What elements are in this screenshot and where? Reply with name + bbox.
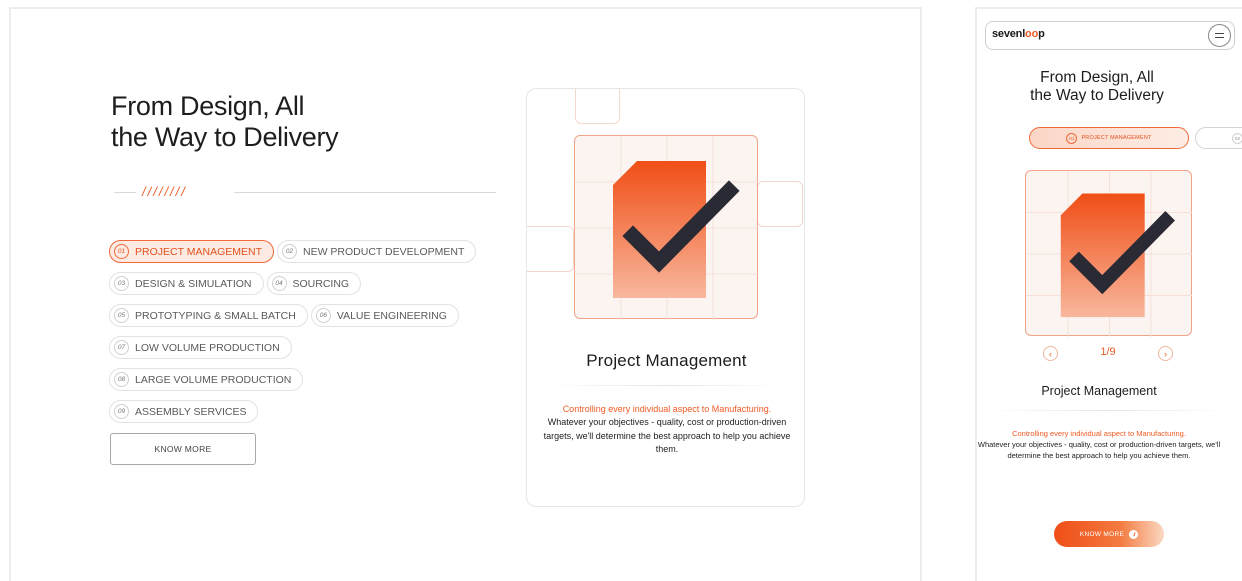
document-check-icon <box>1025 170 1193 337</box>
service-tab-prototyping-small-batch[interactable]: 05 PROTOTYPING & SMALL BATCH <box>109 304 308 327</box>
mobile-section-title: From Design, All the Way to Delivery <box>1030 69 1164 104</box>
hamburger-icon[interactable] <box>1208 24 1231 47</box>
tab-number: 02 <box>281 244 297 259</box>
section-title: From Design, All the Way to Delivery <box>111 91 339 152</box>
service-card: Project Management Controlling every ind… <box>526 88 805 507</box>
mobile-accent-text: Controlling every individual aspect to M… <box>1012 429 1186 438</box>
mobile-header: sevenloop <box>985 21 1235 50</box>
divider-slashes: //////// <box>142 184 187 199</box>
card-description: Controlling every individual aspect to M… <box>541 403 793 457</box>
chevron-right-icon[interactable]: › <box>1158 346 1173 361</box>
know-more-button[interactable]: KNOW MORE <box>110 433 256 465</box>
grid-decoration <box>527 226 574 272</box>
tab-label: LOW VOLUME PRODUCTION <box>135 341 280 354</box>
tab-number: 09 <box>114 404 129 419</box>
service-tab-design-simulation[interactable]: 03 DESIGN & SIMULATION <box>109 272 264 295</box>
mobile-know-more-button[interactable]: KNOW MORE <box>1054 521 1164 547</box>
grid-decoration <box>757 181 803 227</box>
card-divider <box>547 385 785 386</box>
service-tab-new-product-development[interactable]: 02 NEW PRODUCT DEVELOPMENT <box>276 240 477 263</box>
mobile-view: sevenloop From Design, All the Way to De… <box>975 7 1242 581</box>
tab-label: SOURCING <box>292 277 350 290</box>
mobile-tab-project-management[interactable]: 01 PROJECT MANAGEMENT <box>1029 127 1189 149</box>
mobile-tab-next[interactable]: 02 <box>1195 127 1242 149</box>
tab-number: 01 <box>114 244 129 259</box>
card-accent-text: Controlling every individual aspect to M… <box>562 404 772 414</box>
service-tabs: 01 PROJECT MANAGEMENT 02 NEW PRODUCT DEVELO… <box>109 240 489 432</box>
desktop-view: From Design, All the Way to Delivery ///… <box>9 7 922 581</box>
service-tab-assembly-services[interactable]: 09 ASSEMBLY SERVICES <box>109 400 259 423</box>
divider-line-right <box>234 192 496 193</box>
tab-label: PROJECT MANAGEMENT <box>1081 135 1152 141</box>
tab-label: PROTOTYPING & SMALL BATCH <box>135 309 296 322</box>
tab-number: 08 <box>114 372 129 387</box>
mobile-card-title: Project Management <box>1041 384 1157 398</box>
sevenloop-logo[interactable]: sevenloop <box>992 28 1045 40</box>
tab-label: PROJECT MANAGEMENT <box>135 245 262 258</box>
document-check-icon <box>574 135 759 320</box>
tab-number: 01 <box>1066 132 1078 144</box>
tab-label: NEW PRODUCT DEVELOPMENT <box>302 245 465 258</box>
carousel-pager: 1/9 <box>1100 346 1116 358</box>
tab-number: 05 <box>114 308 129 323</box>
mobile-card-divider <box>987 410 1231 411</box>
service-tab-project-management[interactable]: 01 PROJECT MANAGEMENT <box>109 240 274 263</box>
arrow-circle-icon <box>1129 529 1139 539</box>
tab-number: 02 <box>1232 133 1242 144</box>
mobile-card-description: Controlling every individual aspect to M… <box>977 428 1221 462</box>
tab-label: LARGE VOLUME PRODUCTION <box>135 373 292 386</box>
button-label: KNOW MORE <box>1079 530 1125 538</box>
service-tab-large-volume-production[interactable]: 08 LARGE VOLUME PRODUCTION <box>109 368 304 391</box>
tab-label: DESIGN & SIMULATION <box>135 277 252 290</box>
card-title: Project Management <box>586 351 747 370</box>
service-tab-low-volume-production[interactable]: 07 LOW VOLUME PRODUCTION <box>109 336 292 359</box>
tab-label: ASSEMBLY SERVICES <box>135 405 247 418</box>
card-body-text: Whatever your objectives - quality, cost… <box>543 417 791 455</box>
grid-decoration <box>575 89 620 124</box>
service-tab-value-engineering[interactable]: 06 VALUE ENGINEERING <box>310 304 459 327</box>
tab-label: VALUE ENGINEERING <box>336 309 447 322</box>
tab-number: 03 <box>114 276 129 291</box>
tab-number: 07 <box>114 340 129 355</box>
tab-number: 04 <box>271 276 287 291</box>
decorative-divider: //////// <box>114 184 496 199</box>
tab-number: 06 <box>315 308 331 323</box>
divider-line-left <box>114 192 136 193</box>
service-tab-sourcing[interactable]: 04 SOURCING <box>266 272 362 295</box>
carousel-nav: ‹ 1/9 › <box>1043 345 1173 363</box>
mobile-body-text: Whatever your objectives - quality, cost… <box>977 440 1221 461</box>
